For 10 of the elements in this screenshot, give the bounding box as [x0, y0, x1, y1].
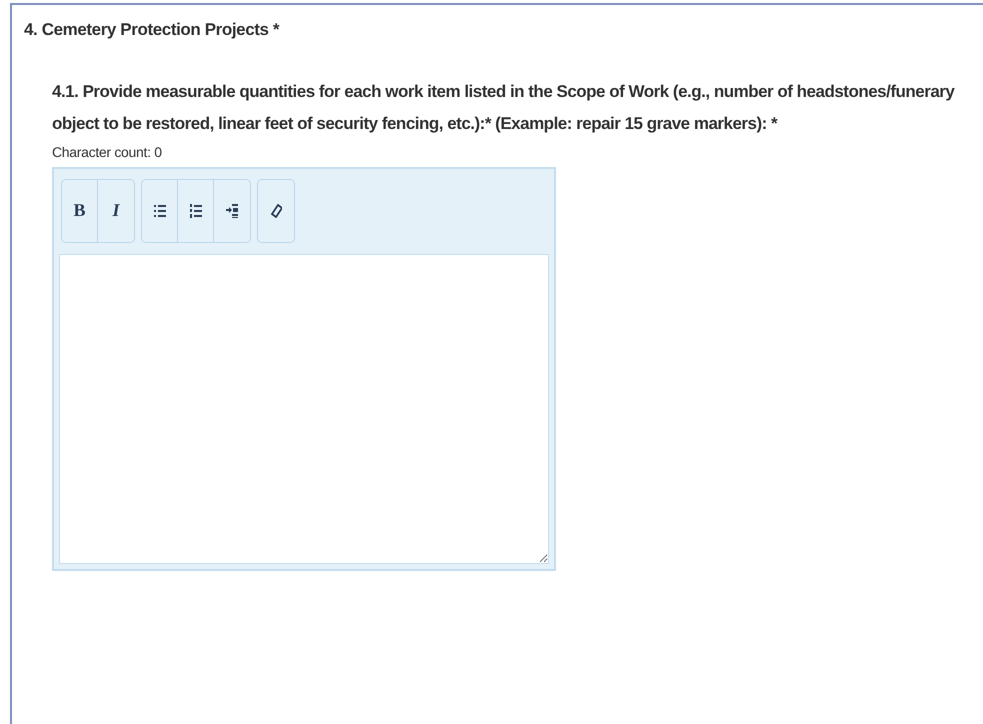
character-count: Character count: 0 [52, 142, 163, 162]
numbered-list-icon [190, 204, 202, 218]
bold-button[interactable]: B [62, 180, 98, 242]
eraser-button[interactable] [258, 180, 294, 242]
eraser-icon [270, 204, 282, 218]
question-text: 4.1. Provide measurable quantities for each work item listed in the Scope of Work (e.g., number of headstones/funerary object to be restored, linear feet of security fencing, etc.):* (Example: repair 15 grave markers): * [52, 80, 956, 135]
bullet-list-icon [154, 204, 166, 218]
indent-icon [226, 204, 238, 218]
section-title: 4. Cemetery Protection Projects * [24, 19, 280, 41]
bullet-list-button[interactable] [142, 180, 178, 242]
